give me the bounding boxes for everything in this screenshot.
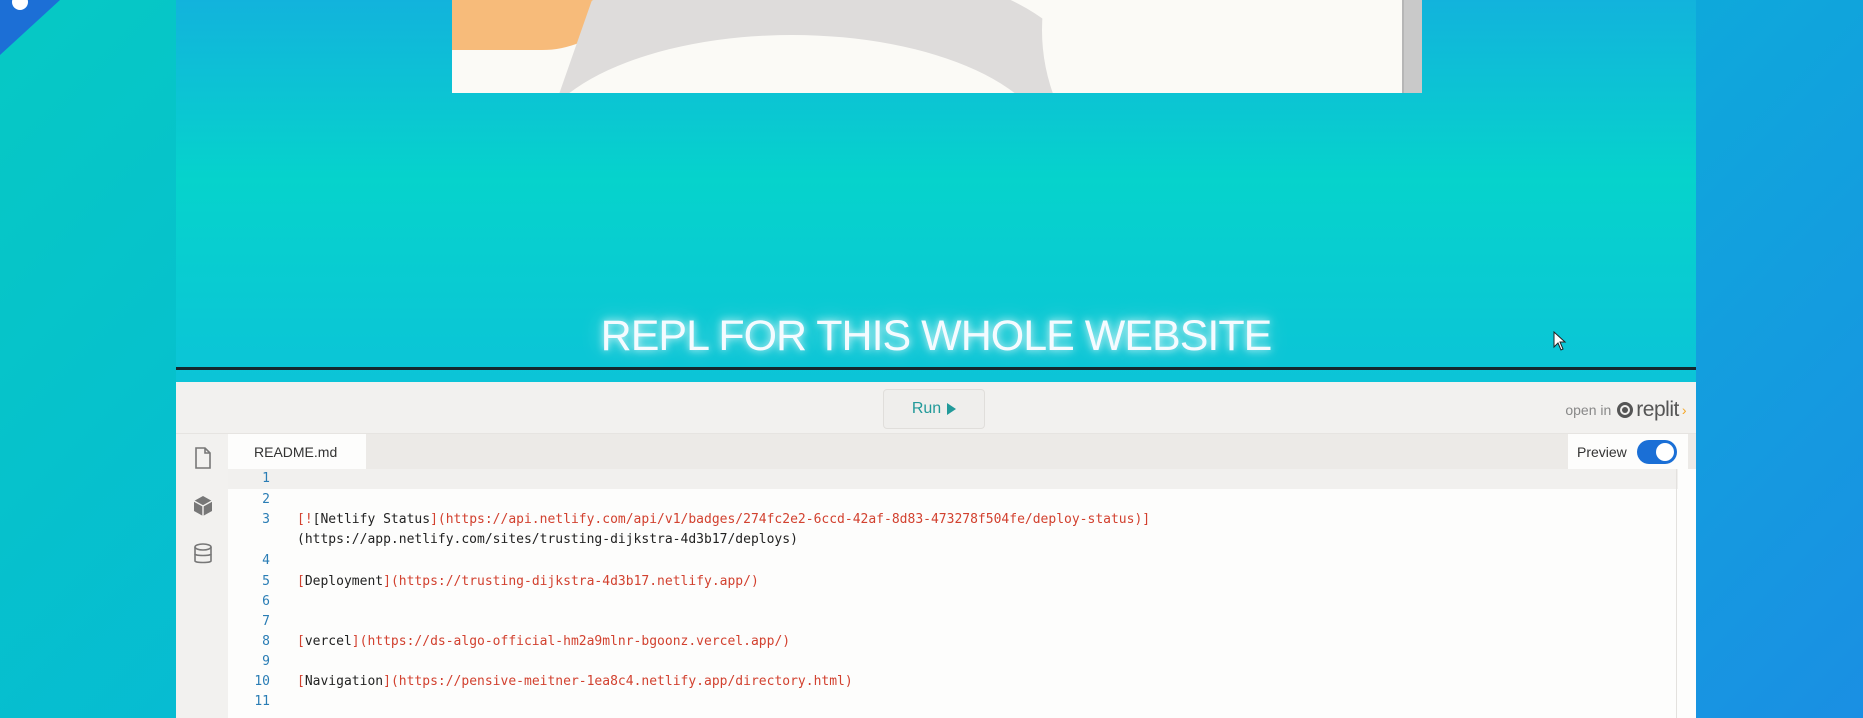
code-line[interactable]: 3 [![Netlify Status](https://api.netlify.… bbox=[228, 510, 1678, 530]
editor-scrollbar[interactable] bbox=[1676, 469, 1686, 718]
run-button[interactable]: Run bbox=[883, 389, 985, 429]
line-number: 10 bbox=[254, 674, 270, 689]
hero-shape-circle bbox=[1042, 0, 1422, 93]
preview-label: Preview bbox=[1577, 443, 1627, 460]
run-label: Run bbox=[911, 400, 942, 417]
corner-dot bbox=[12, 0, 28, 10]
line-number: 8 bbox=[262, 634, 270, 649]
preview-toggle-group: Preview bbox=[1568, 434, 1688, 469]
open-in-label: open in bbox=[1565, 402, 1612, 418]
line-number: 6 bbox=[262, 594, 270, 609]
code-text: [Deployment](https://trusting-dijkstra-4… bbox=[297, 574, 759, 589]
embed-sidebar bbox=[176, 434, 228, 718]
code-text: [Navigation](https://pensive-meitner-1ea… bbox=[297, 674, 853, 689]
chevron-right-icon: › bbox=[1681, 402, 1687, 418]
code-line[interactable]: 10 [Navigation](https://pensive-meitner-1… bbox=[228, 672, 1678, 692]
tab-readme[interactable]: README.md bbox=[228, 434, 366, 469]
line-number: 7 bbox=[262, 614, 270, 629]
line-number: 5 bbox=[262, 574, 270, 589]
page-title: REPL FOR THIS WHOLE WEBSITE bbox=[600, 312, 1273, 360]
code-line[interactable]: 9 bbox=[228, 652, 1678, 672]
code-line[interactable]: 1 bbox=[228, 469, 1678, 489]
replit-logo: replit › bbox=[1617, 398, 1687, 422]
code-line[interactable]: 2 bbox=[228, 490, 1678, 510]
code-line[interactable]: 7 bbox=[228, 612, 1678, 632]
code-line[interactable]: (https://app.netlify.com/sites/trusting-… bbox=[228, 530, 1678, 550]
code-text: [vercel](https://ds-algo-official-hm2a9m… bbox=[297, 634, 791, 649]
line-number: 2 bbox=[262, 492, 270, 507]
embed-toolbar: Run open in replit › bbox=[176, 382, 1696, 434]
content-panel: REPL FOR THIS WHOLE WEBSITE Run open in … bbox=[176, 0, 1696, 718]
database-icon[interactable] bbox=[193, 543, 213, 565]
line-number: 3 bbox=[262, 512, 270, 527]
divider bbox=[176, 367, 1696, 370]
code-text: [![Netlify Status](https://api.netlify.c… bbox=[297, 512, 1151, 527]
code-text: (https://app.netlify.com/sites/trusting-… bbox=[297, 532, 798, 547]
line-number: 1 bbox=[262, 471, 270, 486]
hero-image bbox=[452, 0, 1422, 93]
image-scrollbar[interactable] bbox=[1402, 0, 1422, 93]
play-icon bbox=[947, 403, 957, 415]
file-tabbar: README.md Preview bbox=[228, 434, 1696, 469]
replit-ring-icon bbox=[1617, 402, 1634, 418]
code-line[interactable]: 6 bbox=[228, 592, 1678, 612]
package-icon[interactable] bbox=[193, 495, 213, 517]
code-line[interactable]: 11 bbox=[228, 692, 1678, 712]
replit-brand: replit bbox=[1636, 398, 1679, 421]
preview-toggle[interactable] bbox=[1636, 439, 1677, 464]
line-number: 9 bbox=[262, 654, 270, 669]
replit-embed: Run open in replit › README.md Preview 1… bbox=[176, 382, 1696, 718]
mouse-cursor-icon bbox=[1553, 331, 1567, 351]
corner-badge bbox=[0, 0, 60, 55]
line-number: 11 bbox=[254, 694, 270, 709]
code-line[interactable]: 5 [Deployment](https://trusting-dijkstra-… bbox=[228, 572, 1678, 592]
code-line[interactable]: 8 [vercel](https://ds-algo-official-hm2a9… bbox=[228, 632, 1678, 652]
file-icon[interactable] bbox=[193, 447, 213, 469]
line-number: 4 bbox=[262, 553, 270, 568]
open-in-replit-link[interactable]: open in replit › bbox=[1565, 398, 1686, 422]
code-line[interactable]: 4 bbox=[228, 551, 1678, 571]
code-editor[interactable]: 1 2 3 [![Netlify Status](https://api.netlif… bbox=[228, 469, 1678, 718]
